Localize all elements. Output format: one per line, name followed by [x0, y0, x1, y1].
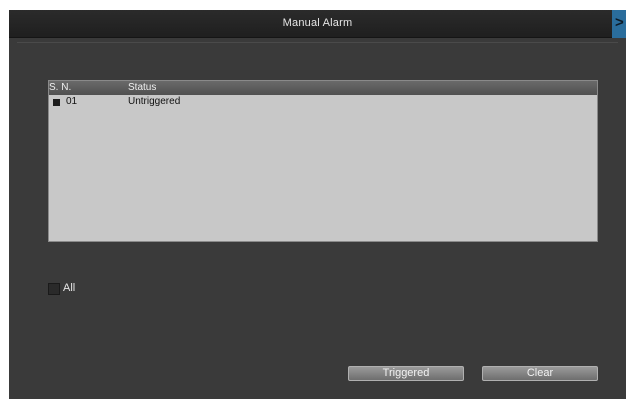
close-button[interactable]: >	[612, 10, 626, 38]
row-checkbox[interactable]	[53, 99, 60, 106]
all-checkbox-label[interactable]: All	[63, 282, 75, 294]
column-header-status[interactable]: Status	[128, 82, 156, 93]
title-bar: Manual Alarm >	[9, 10, 626, 38]
all-checkbox[interactable]	[48, 283, 60, 295]
column-header-sn[interactable]: S. N.	[49, 82, 71, 93]
row-sn: 01	[66, 96, 78, 107]
table-row[interactable]: 01 Untriggered	[49, 95, 597, 110]
triggered-button[interactable]: Triggered	[348, 366, 464, 381]
dialog-title: Manual Alarm	[282, 17, 353, 29]
alarm-table: S. N. Status 01 Untriggered	[48, 80, 598, 242]
clear-button[interactable]: Clear	[482, 366, 598, 381]
table-header: S. N. Status	[49, 81, 597, 95]
manual-alarm-dialog: Manual Alarm > S. N. Status 01 Untrigger…	[9, 10, 626, 399]
row-status: Untriggered	[128, 96, 181, 107]
